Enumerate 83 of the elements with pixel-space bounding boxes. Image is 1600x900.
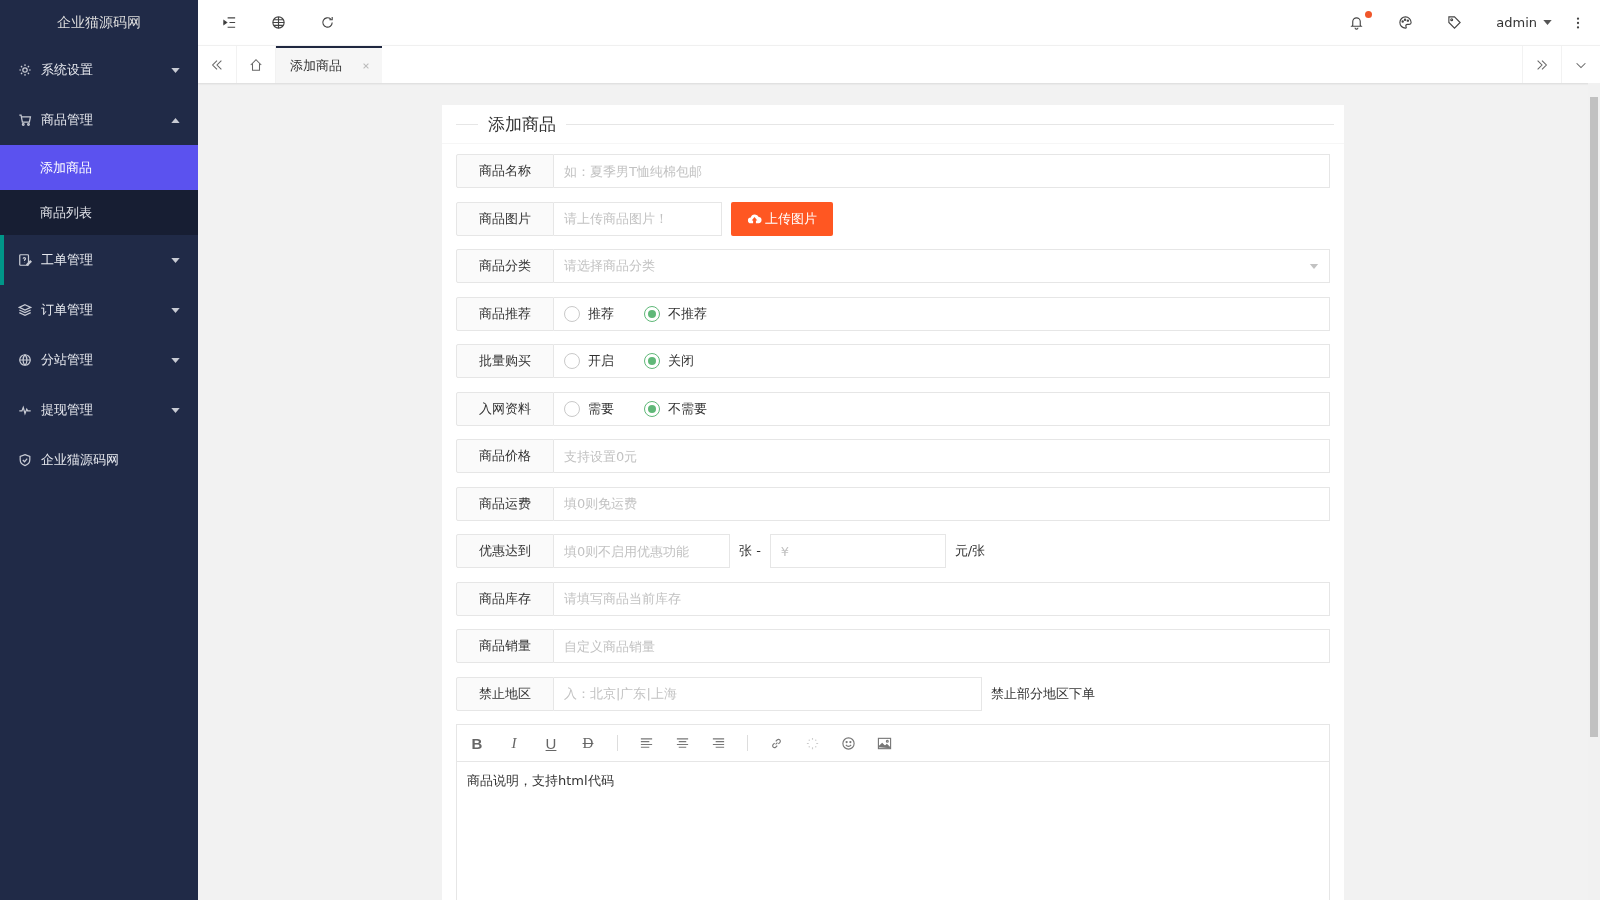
unit-label: 张 - bbox=[739, 542, 761, 560]
field-label: 商品价格 bbox=[456, 439, 554, 473]
input-field[interactable]: 请填写商品当前库存 bbox=[554, 581, 1330, 616]
more-icon[interactable] bbox=[1576, 15, 1580, 30]
unit-label: 元/张 bbox=[954, 542, 986, 560]
field-label: 优惠达到 bbox=[456, 534, 554, 568]
caret-up-icon bbox=[171, 117, 180, 123]
field-hint: 禁止部分地区下单 bbox=[991, 684, 1095, 703]
tag-icon[interactable] bbox=[1447, 15, 1463, 30]
caret-down-icon bbox=[171, 407, 180, 413]
menu-icon[interactable] bbox=[222, 15, 237, 30]
align-right-icon[interactable] bbox=[711, 735, 726, 751]
input-field[interactable]: ¥ bbox=[769, 534, 946, 568]
radio-option[interactable]: 不推荐 bbox=[644, 304, 707, 323]
rich-text-editor[interactable]: B I U D 商品说明，支持html代码 bbox=[456, 724, 1330, 900]
tab-label: 添加商品 bbox=[290, 56, 342, 75]
field-label: 商品分类 bbox=[456, 249, 554, 283]
palette-icon[interactable] bbox=[1398, 15, 1414, 30]
field-label: 商品销量 bbox=[456, 629, 554, 663]
cart-icon bbox=[18, 113, 32, 127]
gear-icon bbox=[18, 63, 32, 77]
bold-button[interactable]: B bbox=[469, 734, 485, 752]
radio-option[interactable]: 关闭 bbox=[644, 352, 694, 370]
field-label: 禁止地区 bbox=[456, 676, 554, 711]
pulse-icon bbox=[18, 403, 32, 417]
radio-option[interactable]: 推荐 bbox=[564, 304, 614, 323]
globe-icon[interactable] bbox=[271, 15, 286, 30]
menu-item[interactable]: 系统设置 bbox=[0, 45, 198, 95]
scrollbar-thumb[interactable] bbox=[1590, 97, 1598, 737]
menu-item[interactable]: 企业猫源码网 bbox=[0, 435, 198, 485]
radio-option[interactable]: 开启 bbox=[564, 352, 614, 370]
page-tab[interactable]: 添加商品 bbox=[276, 46, 382, 83]
caret-down-icon bbox=[171, 357, 180, 363]
ticket-icon bbox=[18, 253, 32, 267]
caret-down-icon bbox=[171, 307, 180, 313]
align-center-icon[interactable] bbox=[675, 735, 690, 751]
user-menu[interactable]: admin bbox=[1496, 15, 1552, 30]
field-label: 商品图片 bbox=[456, 201, 554, 236]
field-label: 商品库存 bbox=[456, 581, 554, 616]
caret-down-icon bbox=[171, 257, 180, 263]
caret-down-icon bbox=[1309, 263, 1319, 269]
home-icon bbox=[249, 57, 263, 72]
editor-text: 商品说明，支持html代码 bbox=[467, 773, 614, 788]
double-right-icon bbox=[1535, 57, 1549, 72]
input-field[interactable]: 填0则不启用优惠功能 bbox=[554, 534, 730, 568]
form-title: 添加商品 bbox=[488, 112, 556, 136]
image-icon[interactable] bbox=[877, 735, 892, 751]
input-field[interactable]: 请上传商品图片！ bbox=[554, 201, 722, 236]
menu-item[interactable]: 订单管理 bbox=[0, 285, 198, 335]
layers-icon bbox=[18, 303, 32, 317]
menu-item[interactable]: 提现管理 bbox=[0, 385, 198, 435]
menu-item[interactable]: 工单管理 bbox=[0, 235, 198, 285]
input-field[interactable]: 自定义商品销量 bbox=[554, 629, 1330, 663]
input-field[interactable]: 如：夏季男T恤纯棉包邮 bbox=[554, 154, 1330, 188]
emoji-icon[interactable] bbox=[841, 735, 856, 751]
cloud-upload-icon bbox=[747, 211, 762, 226]
submenu-item[interactable]: 添加商品 bbox=[0, 145, 198, 190]
field-label: 批量购买 bbox=[456, 344, 554, 378]
underline-button[interactable]: U bbox=[543, 734, 559, 752]
italic-button[interactable]: I bbox=[506, 734, 522, 752]
field-label: 入网资料 bbox=[456, 391, 554, 426]
field-label: 商品名称 bbox=[456, 154, 554, 188]
close-icon[interactable] bbox=[362, 61, 370, 70]
radio-option[interactable]: 需要 bbox=[564, 399, 614, 418]
input-field[interactable]: 入：北京|广东|上海 bbox=[554, 676, 982, 711]
menu-item[interactable]: 分站管理 bbox=[0, 335, 198, 385]
double-left-icon bbox=[210, 57, 224, 72]
caret-icon bbox=[1543, 20, 1552, 25]
align-left-icon[interactable] bbox=[639, 735, 654, 751]
bell-icon[interactable] bbox=[1349, 15, 1365, 30]
refresh-icon[interactable] bbox=[320, 15, 335, 30]
field-label: 商品推荐 bbox=[456, 296, 554, 331]
menu-item[interactable]: 商品管理 bbox=[0, 95, 198, 145]
radio-option[interactable]: 不需要 bbox=[644, 399, 707, 418]
sidebar-logo: 企业猫源码网 bbox=[56, 13, 142, 32]
input-field[interactable]: 支持设置0元 bbox=[554, 439, 1330, 473]
strike-button[interactable]: D bbox=[580, 734, 596, 752]
input-field[interactable]: 填0则免运费 bbox=[554, 486, 1330, 521]
caret-down-icon bbox=[171, 67, 180, 73]
shield-icon bbox=[18, 453, 32, 467]
field-label: 商品运费 bbox=[456, 486, 554, 521]
submenu-item[interactable]: 商品列表 bbox=[0, 190, 198, 235]
globe-icon bbox=[18, 353, 32, 367]
